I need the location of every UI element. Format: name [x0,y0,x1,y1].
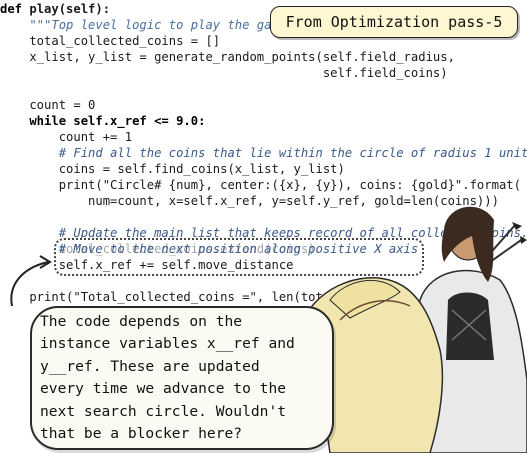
speech-bubble-text: The code depends on the instance variabl… [40,313,295,443]
pointer-arrow [10,261,49,307]
